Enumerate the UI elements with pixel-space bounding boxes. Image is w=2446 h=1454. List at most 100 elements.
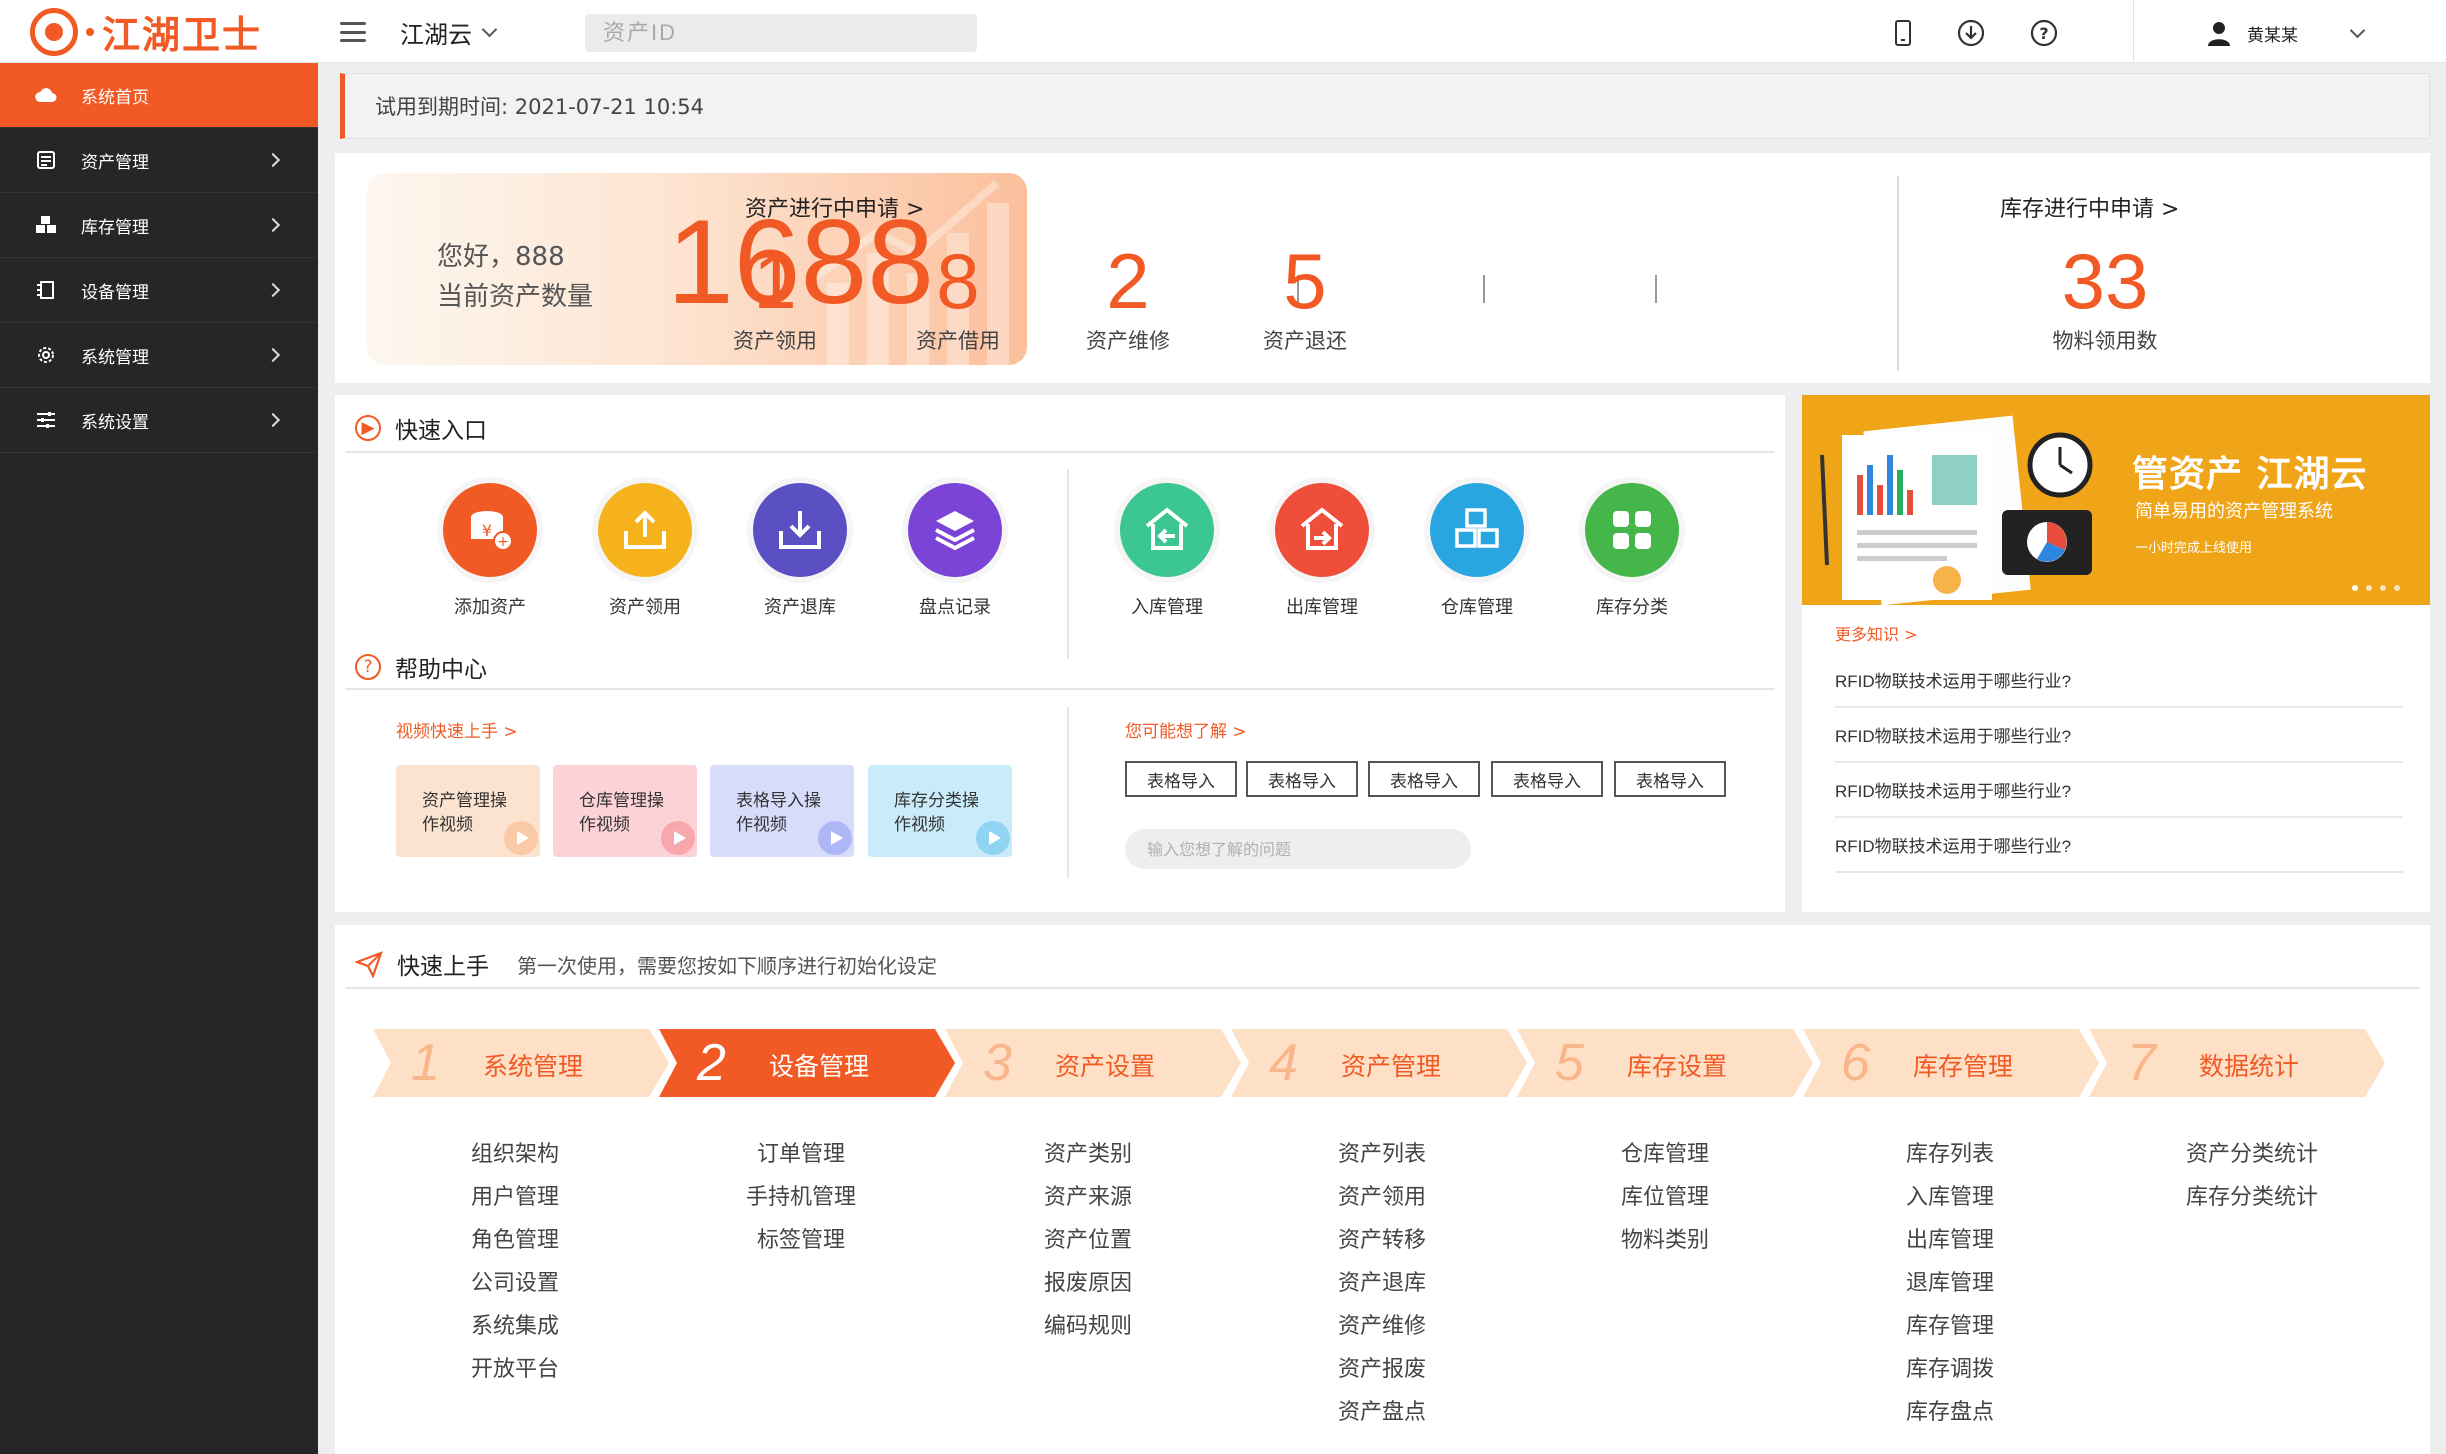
layers-icon bbox=[908, 483, 1002, 577]
step-6[interactable]: 6 库存管理 bbox=[1803, 1029, 2103, 1097]
stat-asset-repair[interactable]: 2 资产维修 bbox=[1058, 241, 1198, 355]
faq-tag[interactable]: 表格导入 bbox=[1491, 761, 1603, 797]
step-link[interactable]: 资产分类统计 bbox=[2172, 1133, 2332, 1176]
more-knowledge-link[interactable]: 更多知识 > bbox=[1835, 621, 1918, 645]
video-asset-management[interactable]: 资产管理操 作视频 bbox=[396, 765, 540, 857]
chevron-right-icon bbox=[265, 347, 281, 363]
quick-asset-return[interactable]: 资产退库 bbox=[735, 483, 865, 619]
step-link[interactable]: 资产位置 bbox=[1008, 1219, 1168, 1262]
carousel-dots[interactable] bbox=[2352, 585, 2400, 591]
sidebar-item-settings[interactable]: 系统设置 bbox=[0, 388, 318, 453]
step-link[interactable]: 组织架构 bbox=[435, 1133, 595, 1176]
step-link[interactable]: 资产退库 bbox=[1302, 1262, 1462, 1305]
step-5[interactable]: 5 库存设置 bbox=[1517, 1029, 1817, 1097]
quick-asset-receive[interactable]: 资产领用 bbox=[580, 483, 710, 619]
knowledge-item[interactable]: RFID物联技术运用于哪些行业? bbox=[1835, 653, 2403, 708]
step-link[interactable]: 出库管理 bbox=[1870, 1219, 2030, 1262]
stat-asset-receive[interactable]: 1 资产领用 bbox=[705, 241, 845, 355]
quick-add-asset[interactable]: ¥ + 添加资产 bbox=[425, 483, 555, 619]
sidebar-item-inventory[interactable]: 库存管理 bbox=[0, 193, 318, 258]
step-4[interactable]: 4 资产管理 bbox=[1231, 1029, 1531, 1097]
faq-tag[interactable]: 表格导入 bbox=[1614, 761, 1726, 797]
org-select[interactable]: 江湖云 bbox=[400, 16, 498, 49]
help-center-title: 帮助中心 bbox=[395, 657, 487, 683]
asset-requests-link[interactable]: 资产进行中申请 > bbox=[745, 191, 924, 223]
sidebar-item-home[interactable]: 系统首页 bbox=[0, 63, 318, 128]
asset-search-input[interactable] bbox=[585, 14, 977, 52]
step-1[interactable]: 1 系统管理 bbox=[373, 1029, 673, 1097]
step-link[interactable]: 订单管理 bbox=[721, 1133, 881, 1176]
step-link[interactable]: 角色管理 bbox=[435, 1219, 595, 1262]
download-icon[interactable] bbox=[1956, 18, 1986, 48]
step-link[interactable]: 资产列表 bbox=[1302, 1133, 1462, 1176]
video-table-import[interactable]: 表格导入操 作视频 bbox=[710, 765, 854, 857]
stats-card: 您好，888 当前资产数量 1688 资产进行中申请 > 1 资产领用 8 资产… bbox=[335, 153, 2430, 383]
report-illustration-icon bbox=[1820, 415, 2093, 605]
knowledge-item[interactable]: RFID物联技术运用于哪些行业? bbox=[1835, 818, 2403, 873]
step-link[interactable]: 资产报废 bbox=[1302, 1348, 1462, 1391]
chevron-right-icon bbox=[265, 152, 281, 168]
user-menu[interactable]: 黄某某 bbox=[2205, 18, 2366, 48]
logo[interactable]: 江湖卫士 bbox=[30, 4, 320, 59]
quick-warehouse[interactable]: 仓库管理 bbox=[1412, 483, 1542, 619]
step-link[interactable]: 仓库管理 bbox=[1585, 1133, 1745, 1176]
step-link[interactable]: 编码规则 bbox=[1008, 1305, 1168, 1348]
stat-asset-return[interactable]: 5 资产退还 bbox=[1235, 241, 1375, 355]
stat-asset-borrow[interactable]: 8 资产借用 bbox=[888, 241, 1028, 355]
chevron-right-icon bbox=[265, 282, 281, 298]
mobile-icon[interactable] bbox=[1888, 18, 1918, 48]
step-7[interactable]: 7 数据统计 bbox=[2089, 1029, 2389, 1097]
sidebar-item-asset[interactable]: 资产管理 bbox=[0, 128, 318, 193]
step-link[interactable]: 标签管理 bbox=[721, 1219, 881, 1262]
quick-inventory-records[interactable]: 盘点记录 bbox=[890, 483, 1020, 619]
step-link[interactable]: 公司设置 bbox=[435, 1262, 595, 1305]
step-link[interactable]: 库存列表 bbox=[1870, 1133, 2030, 1176]
promo-banner[interactable]: 管资产 江湖云 简单易用的资产管理系统 一小时完成上线使用 bbox=[1802, 395, 2430, 605]
menu-toggle-icon[interactable] bbox=[340, 22, 366, 42]
step-link[interactable]: 用户管理 bbox=[435, 1176, 595, 1219]
step-link[interactable]: 入库管理 bbox=[1870, 1176, 2030, 1219]
quick-inbound[interactable]: 入库管理 bbox=[1102, 483, 1232, 619]
quick-stock-category[interactable]: 库存分类 bbox=[1567, 483, 1697, 619]
step-link[interactable]: 资产类别 bbox=[1008, 1133, 1168, 1176]
step-link[interactable]: 资产维修 bbox=[1302, 1305, 1462, 1348]
step-link[interactable]: 库位管理 bbox=[1585, 1176, 1745, 1219]
logo-text: 江湖卫士 bbox=[102, 13, 263, 57]
banner-tagline: 一小时完成上线使用 bbox=[2135, 541, 2253, 556]
step-link[interactable]: 库存管理 bbox=[1870, 1305, 2030, 1348]
faq-tag[interactable]: 表格导入 bbox=[1246, 761, 1358, 797]
help-icon[interactable]: ? bbox=[2029, 18, 2059, 48]
knowledge-item[interactable]: RFID物联技术运用于哪些行业? bbox=[1835, 708, 2403, 763]
faq-tag[interactable]: 表格导入 bbox=[1125, 761, 1237, 797]
stock-requests-link[interactable]: 库存进行中申请 > bbox=[2000, 191, 2179, 223]
step-name: 资产设置 bbox=[1055, 1052, 1156, 1081]
step-link[interactable]: 资产领用 bbox=[1302, 1176, 1462, 1219]
step-link[interactable]: 库存调拨 bbox=[1870, 1348, 2030, 1391]
sidebar-item-device[interactable]: 设备管理 bbox=[0, 258, 318, 323]
step-3[interactable]: 3 资产设置 bbox=[945, 1029, 1245, 1097]
knowledge-item[interactable]: RFID物联技术运用于哪些行业? bbox=[1835, 763, 2403, 818]
step-link[interactable]: 退库管理 bbox=[1870, 1262, 2030, 1305]
device-icon bbox=[35, 279, 57, 301]
step-link[interactable]: 系统集成 bbox=[435, 1305, 595, 1348]
step-link[interactable]: 库存盘点 bbox=[1870, 1391, 2030, 1434]
question-input[interactable] bbox=[1125, 829, 1471, 869]
step-link[interactable]: 报废原因 bbox=[1008, 1262, 1168, 1305]
step-link[interactable]: 物料类别 bbox=[1585, 1219, 1745, 1262]
video-quickstart-link[interactable]: 视频快速上手 > bbox=[396, 717, 518, 742]
step-link[interactable]: 库存分类统计 bbox=[2172, 1176, 2332, 1219]
faq-link[interactable]: 您可能想了解 > bbox=[1125, 717, 1247, 742]
step-link[interactable]: 资产来源 bbox=[1008, 1176, 1168, 1219]
video-stock-category[interactable]: 库存分类操 作视频 bbox=[868, 765, 1012, 857]
video-warehouse-management[interactable]: 仓库管理操 作视频 bbox=[553, 765, 697, 857]
step-link[interactable]: 手持机管理 bbox=[721, 1176, 881, 1219]
sidebar-item-system[interactable]: 系统管理 bbox=[0, 323, 318, 388]
step-2[interactable]: 2 设备管理 bbox=[659, 1029, 959, 1097]
stat-material-receive[interactable]: 33 物料领用数 bbox=[2030, 241, 2180, 355]
banner-title: 管资产 江湖云 bbox=[2132, 454, 2368, 495]
step-link[interactable]: 资产转移 bbox=[1302, 1219, 1462, 1262]
quick-outbound[interactable]: 出库管理 bbox=[1257, 483, 1387, 619]
faq-tag[interactable]: 表格导入 bbox=[1368, 761, 1480, 797]
step-link[interactable]: 开放平台 bbox=[435, 1348, 595, 1391]
step-link[interactable]: 资产盘点 bbox=[1302, 1391, 1462, 1434]
